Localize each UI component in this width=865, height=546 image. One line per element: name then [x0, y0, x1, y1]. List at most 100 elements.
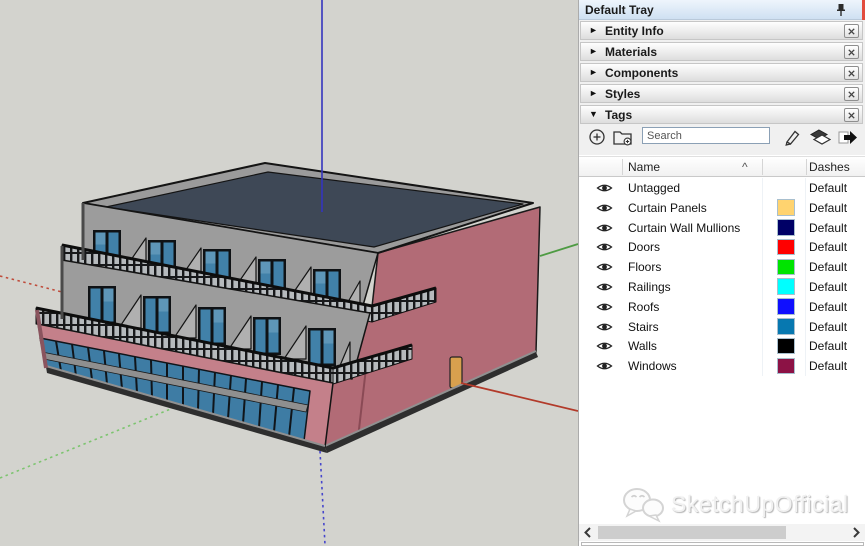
- pencil-icon[interactable]: [783, 128, 802, 147]
- tag-dashes[interactable]: Default: [809, 359, 847, 373]
- tag-name: Walls: [628, 339, 657, 353]
- search-input[interactable]: [642, 127, 770, 144]
- close-icon[interactable]: [844, 108, 859, 122]
- chevron-down-icon: ▼: [589, 109, 598, 119]
- tag-row[interactable]: Walls Default: [579, 336, 865, 356]
- chevron-right-icon: ►: [589, 25, 598, 35]
- tag-row[interactable]: Doors Default: [579, 237, 865, 257]
- scroll-right-icon[interactable]: [849, 525, 863, 540]
- tag-dashes[interactable]: Default: [809, 260, 847, 274]
- tag-dashes[interactable]: Default: [809, 300, 847, 314]
- visibility-eye-icon[interactable]: [596, 301, 613, 313]
- tag-dashes[interactable]: Default: [809, 280, 847, 294]
- visibility-eye-icon[interactable]: [596, 182, 613, 194]
- close-icon[interactable]: [844, 87, 859, 101]
- tag-color-cell: [762, 218, 806, 238]
- column-header-name[interactable]: Name: [628, 160, 660, 174]
- tag-dashes[interactable]: Default: [809, 339, 847, 353]
- tag-row[interactable]: Curtain Panels Default: [579, 198, 865, 218]
- tag-row[interactable]: Curtain Wall Mullions Default: [579, 218, 865, 238]
- watermark: SketchUpOfficial: [619, 483, 859, 525]
- section-label: Tags: [605, 108, 632, 122]
- visibility-eye-icon[interactable]: [596, 241, 613, 253]
- default-tray-panel: Default Tray ► Entity Info ► Materials ►…: [578, 0, 865, 546]
- tag-color-swatch[interactable]: [777, 338, 795, 355]
- horizontal-scrollbar[interactable]: [579, 524, 865, 541]
- pin-icon[interactable]: [835, 3, 847, 17]
- tag-dashes[interactable]: Default: [809, 240, 847, 254]
- tag-name: Curtain Panels: [628, 201, 707, 215]
- column-header-dashes[interactable]: Dashes: [809, 160, 850, 174]
- column-divider: [762, 159, 763, 175]
- tag-name: Doors: [628, 240, 660, 254]
- section-label: Materials: [605, 45, 657, 59]
- tag-color-swatch[interactable]: [777, 318, 795, 335]
- tag-color-cell: [762, 257, 806, 277]
- section-label: Styles: [605, 87, 640, 101]
- tag-name: Railings: [628, 280, 671, 294]
- tag-name: Stairs: [628, 320, 659, 334]
- chevron-right-icon: ►: [589, 88, 598, 98]
- column-divider: [622, 159, 623, 175]
- tag-name: Windows: [628, 359, 677, 373]
- details-arrow-icon[interactable]: [837, 128, 859, 147]
- tag-row[interactable]: Untagged Default: [579, 178, 865, 198]
- close-icon[interactable]: [844, 24, 859, 38]
- section-label: Entity Info: [605, 24, 664, 38]
- tag-dashes[interactable]: Default: [809, 201, 847, 215]
- visibility-eye-icon[interactable]: [596, 321, 613, 333]
- tag-row[interactable]: Railings Default: [579, 277, 865, 297]
- section-tags[interactable]: ▼ Tags: [580, 105, 863, 124]
- 3d-viewport[interactable]: [0, 0, 578, 546]
- visibility-eye-icon[interactable]: [596, 202, 613, 214]
- sort-indicator-icon[interactable]: ^: [742, 160, 748, 174]
- tag-row[interactable]: Roofs Default: [579, 297, 865, 317]
- tag-dashes[interactable]: Default: [809, 221, 847, 235]
- tag-row[interactable]: Floors Default: [579, 257, 865, 277]
- add-tag-folder-icon[interactable]: [612, 128, 634, 147]
- tag-color-swatch[interactable]: [777, 278, 795, 295]
- scroll-left-icon[interactable]: [581, 525, 595, 540]
- chevron-right-icon: ►: [589, 67, 598, 77]
- tag-color-swatch[interactable]: [777, 199, 795, 216]
- tag-color-swatch[interactable]: [777, 239, 795, 256]
- tag-name: Untagged: [628, 181, 680, 195]
- section-label: Components: [605, 66, 678, 80]
- tray-titlebar[interactable]: Default Tray: [579, 0, 865, 20]
- section-entity-info[interactable]: ► Entity Info: [580, 21, 863, 40]
- sketchup-window: Default Tray ► Entity Info ► Materials ►…: [0, 0, 865, 546]
- tag-dashes[interactable]: Default: [809, 181, 847, 195]
- section-materials[interactable]: ► Materials: [580, 42, 863, 61]
- tag-color-swatch[interactable]: [777, 219, 795, 236]
- tags-toolbar: [579, 125, 865, 155]
- visibility-eye-icon[interactable]: [596, 261, 613, 273]
- close-icon[interactable]: [844, 45, 859, 59]
- visibility-eye-icon[interactable]: [596, 360, 613, 372]
- column-divider: [806, 159, 807, 175]
- visibility-eye-icon[interactable]: [596, 222, 613, 234]
- tag-color-swatch[interactable]: [777, 259, 795, 276]
- tag-color-cell: [762, 317, 806, 337]
- tag-name: Curtain Wall Mullions: [628, 221, 740, 235]
- scrollbar-thumb[interactable]: [598, 526, 786, 539]
- chevron-right-icon: ►: [589, 46, 598, 56]
- tag-name: Roofs: [628, 300, 659, 314]
- tag-row[interactable]: Stairs Default: [579, 317, 865, 337]
- visibility-eye-icon[interactable]: [596, 281, 613, 293]
- color-by-tag-icon[interactable]: [810, 128, 831, 147]
- tag-color-swatch[interactable]: [777, 298, 795, 315]
- model-canvas: [0, 0, 578, 546]
- tray-title: Default Tray: [585, 3, 654, 17]
- section-components[interactable]: ► Components: [580, 63, 863, 82]
- tag-color-swatch[interactable]: [777, 358, 795, 375]
- add-tag-icon[interactable]: [588, 128, 606, 146]
- section-styles[interactable]: ► Styles: [580, 84, 863, 103]
- tag-row[interactable]: Windows Default: [579, 356, 865, 376]
- tag-color-cell: [762, 356, 806, 376]
- tags-list-header: Name ^ Dashes: [579, 156, 865, 177]
- visibility-eye-icon[interactable]: [596, 340, 613, 352]
- tag-dashes[interactable]: Default: [809, 320, 847, 334]
- tag-color-cell: [762, 277, 806, 297]
- close-icon[interactable]: [844, 66, 859, 80]
- tag-color-cell: [762, 297, 806, 317]
